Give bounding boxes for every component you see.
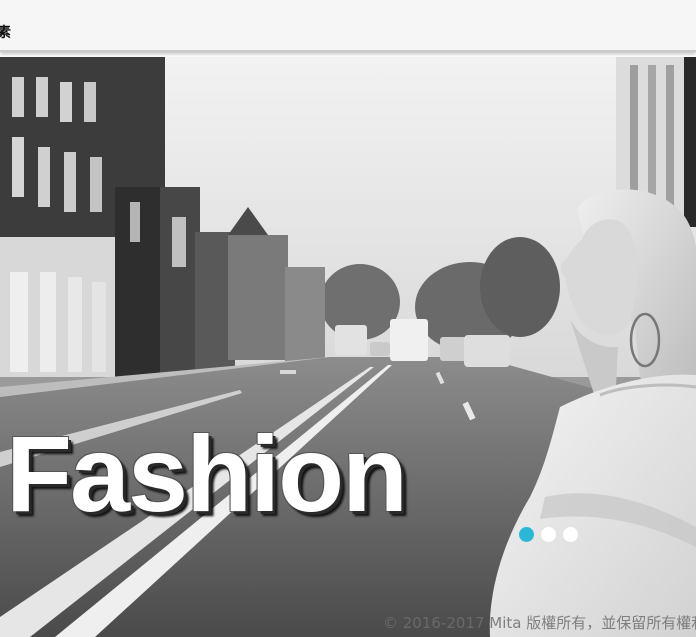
page: 素 Fashion © 2016-2017 Mita 版權所有，並保留所有權利 xyxy=(0,0,696,637)
hero-photo xyxy=(0,57,696,637)
top-nav-bar: 素 xyxy=(0,0,696,52)
hero-carousel[interactable]: Fashion © 2016-2017 Mita 版權所有，並保留所有權利 xyxy=(0,57,696,637)
carousel-indicators xyxy=(519,527,578,542)
carousel-dot-3[interactable] xyxy=(563,527,578,542)
carousel-dot-2[interactable] xyxy=(541,527,556,542)
copyright-text: © 2016-2017 Mita 版權所有，並保留所有權利 xyxy=(383,614,696,632)
menu-toggle-icon[interactable]: 素 xyxy=(0,26,11,40)
carousel-dot-1[interactable] xyxy=(519,527,534,542)
hero-title: Fashion xyxy=(6,413,408,534)
